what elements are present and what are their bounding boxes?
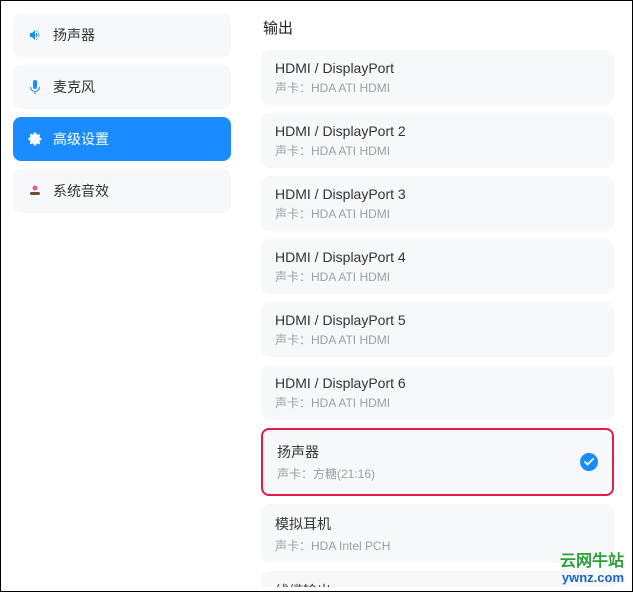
device-item[interactable]: HDMI / DisplayPort 3 声卡：HDA ATI HDMI xyxy=(261,176,614,231)
device-sub: 声卡：HDA ATI HDMI xyxy=(275,79,600,96)
device-item[interactable]: HDMI / DisplayPort 4 声卡：HDA ATI HDMI xyxy=(261,239,614,294)
device-sub: 声卡：HDA ATI HDMI xyxy=(275,142,600,159)
device-sub: 声卡：HDA ATI HDMI xyxy=(275,394,600,411)
device-item[interactable]: HDMI / DisplayPort 声卡：HDA ATI HDMI xyxy=(261,50,614,105)
device-sub: 声卡：HDA ATI HDMI xyxy=(275,331,600,348)
sidebar-item-microphone[interactable]: 麦克风 xyxy=(13,65,231,109)
device-name: HDMI / DisplayPort 2 xyxy=(275,123,600,139)
sidebar-item-speaker[interactable]: 扬声器 xyxy=(13,13,231,57)
sidebar-item-label: 扬声器 xyxy=(53,25,95,45)
speaker-icon xyxy=(27,27,43,43)
section-title-output: 输出 xyxy=(263,17,614,38)
device-name: HDMI / DisplayPort 3 xyxy=(275,186,600,202)
device-name: 扬声器 xyxy=(277,442,598,462)
device-sub: 声卡：HDA ATI HDMI xyxy=(275,205,600,222)
device-name: HDMI / DisplayPort 6 xyxy=(275,375,600,391)
device-name: HDMI / DisplayPort xyxy=(275,60,600,76)
gear-icon xyxy=(27,131,43,147)
output-device-list: HDMI / DisplayPort 声卡：HDA ATI HDMI HDMI … xyxy=(261,50,614,587)
device-name: 模拟耳机 xyxy=(275,514,600,534)
sidebar-item-label: 系统音效 xyxy=(53,181,109,201)
sidebar-item-advanced[interactable]: 高级设置 xyxy=(13,117,231,161)
microphone-icon xyxy=(27,79,43,95)
device-item[interactable]: HDMI / DisplayPort 5 声卡：HDA ATI HDMI xyxy=(261,302,614,357)
device-item[interactable]: HDMI / DisplayPort 2 声卡：HDA ATI HDMI xyxy=(261,113,614,168)
device-name: HDMI / DisplayPort 5 xyxy=(275,312,600,328)
effects-icon xyxy=(27,183,43,199)
sidebar: 扬声器 麦克风 高级设置 系统音效 xyxy=(5,5,243,587)
device-sub: 声卡：HDA Intel PCH xyxy=(275,537,600,554)
device-item-selected[interactable]: 扬声器 声卡：方糖(21:16) xyxy=(261,428,614,496)
check-icon xyxy=(580,453,598,471)
watermark: 云网牛站 ywnz.com xyxy=(560,553,624,585)
sidebar-item-label: 麦克风 xyxy=(53,77,95,97)
watermark-line1: 云网牛站 xyxy=(560,553,624,571)
device-name: 线缆输出 xyxy=(275,581,600,587)
main-panel: 输出 HDMI / DisplayPort 声卡：HDA ATI HDMI HD… xyxy=(243,5,628,587)
device-item[interactable]: HDMI / DisplayPort 6 声卡：HDA ATI HDMI xyxy=(261,365,614,420)
watermark-line2: ywnz.com xyxy=(560,571,624,585)
sidebar-item-label: 高级设置 xyxy=(53,129,109,149)
sidebar-item-effects[interactable]: 系统音效 xyxy=(13,169,231,213)
device-sub: 声卡：方糖(21:16) xyxy=(277,465,598,482)
device-sub: 声卡：HDA ATI HDMI xyxy=(275,268,600,285)
device-name: HDMI / DisplayPort 4 xyxy=(275,249,600,265)
